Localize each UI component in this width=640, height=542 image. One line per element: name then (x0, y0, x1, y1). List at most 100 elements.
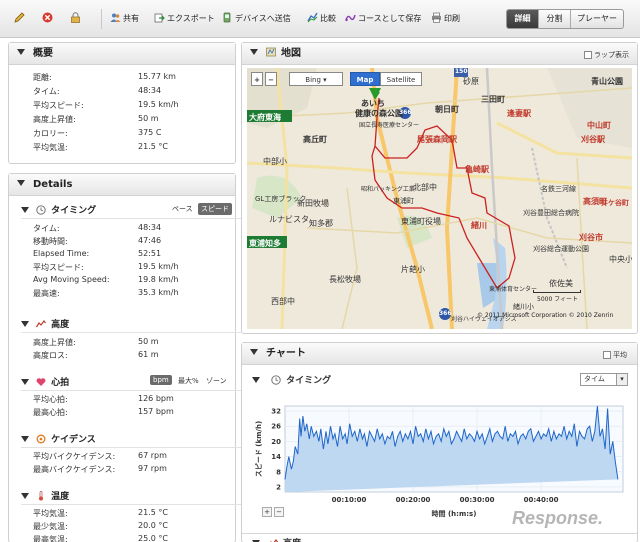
toolbar-separator (101, 9, 102, 29)
map-title: 地図 (281, 48, 301, 59)
map-scale-label: 5000 フィート (537, 296, 579, 303)
collapse-triangle-icon (21, 378, 29, 385)
y-tick-label: 20 (271, 438, 281, 446)
map-label: 緒川 (471, 221, 487, 230)
heart-rate-value: 126 bpm (138, 394, 174, 403)
map-label: 依佐美 (549, 279, 573, 288)
section-divider (21, 447, 241, 448)
map-type-satellite-button[interactable]: Satellite (380, 72, 422, 86)
compare-label: 比較 (320, 14, 336, 23)
map-label: GL工房ブラック (255, 195, 307, 203)
lap-display-toggle[interactable]: ラップ表示 (584, 50, 629, 60)
compare-icon (307, 12, 318, 23)
map-label: 北部中 (413, 183, 437, 192)
view-details-button[interactable]: 詳細 (507, 10, 539, 28)
map-label: 知多郡 (309, 219, 333, 228)
details-header[interactable]: Details (9, 174, 235, 196)
temperature-title: 温度 (51, 492, 70, 502)
map-zoom-in-button[interactable]: + (251, 72, 263, 86)
map-label: 刈谷駅 (581, 135, 605, 144)
map-label: 健康の森公園 (355, 109, 403, 118)
map-label: 刈谷豊田総合病院 (523, 209, 579, 217)
map-zoom-out-button[interactable]: − (265, 72, 277, 86)
road-number-badge: 366 (439, 310, 452, 317)
view-split-button[interactable]: 分割 (539, 10, 571, 28)
timing-value: 19.8 km/h (138, 275, 179, 284)
elevation-title: 高度 (51, 320, 70, 330)
thermometer-icon (39, 490, 44, 500)
collapse-triangle-icon (250, 349, 258, 355)
course-save-icon (345, 14, 356, 22)
map-copyright: © 2011 Microsoft Corporation © 2010 Zenr… (477, 312, 614, 319)
map-icon (266, 47, 276, 57)
map-provider-select[interactable]: Bing ▾ (289, 72, 343, 86)
map-view[interactable]: + − Bing ▾ Map Satellite 大府東海 東浦知多 あいち 健… (247, 68, 632, 329)
chart-timing-header[interactable]: タイミング (252, 373, 331, 386)
edit-button[interactable] (14, 12, 27, 26)
section-divider (21, 390, 241, 391)
timing-section-header[interactable]: タイミング (21, 203, 96, 216)
lap-display-checkbox[interactable] (584, 51, 592, 59)
print-button[interactable]: 印刷 (431, 12, 460, 26)
temperature-section-header[interactable]: 温度 (21, 489, 69, 502)
map-label: 刈谷総合運動公園 (533, 245, 589, 253)
send-to-device-button[interactable]: デバイスへ送信 (222, 12, 291, 26)
cadence-title: ケイデンス (51, 435, 96, 445)
elevation-section-header[interactable]: 高度 (21, 317, 69, 330)
lock-icon (71, 12, 80, 23)
x-tick-label: 00:40:00 (524, 496, 559, 504)
section-divider (242, 533, 637, 534)
map-header[interactable]: 地図 (242, 43, 637, 65)
save-as-course-button[interactable]: コースとして保存 (345, 12, 421, 26)
map-label: 逢妻駅 (507, 109, 531, 118)
people-icon (110, 13, 121, 22)
compare-button[interactable]: 比較 (307, 12, 336, 26)
summary-value: 50 m (138, 114, 159, 123)
elevation-label: 高度上昇値: (33, 338, 76, 347)
chart-timing-title: タイミング (286, 376, 332, 386)
map-label: 長松牧場 (329, 275, 361, 284)
privacy-button[interactable] (70, 12, 83, 26)
chart-header[interactable]: チャート (242, 343, 637, 365)
heart-rate-title: 心拍 (51, 378, 70, 388)
summary-header[interactable]: 概要 (9, 43, 235, 65)
bpm-option[interactable]: bpm (150, 375, 172, 385)
summary-panel: 概要 距離: 15.77 km タイム: 48:34 平均スピード: 19.5 km/… (8, 42, 236, 164)
heart-rate-section-header[interactable]: 心拍 (21, 375, 69, 388)
zone-option[interactable]: ゾーン (206, 376, 227, 386)
map-provider-value: Bing (305, 76, 321, 84)
map-type-map-button[interactable]: Map (350, 72, 380, 86)
details-panel: Details タイミング ペース スピード タイム: 48:34 移動時間: 47… (8, 173, 241, 542)
share-button[interactable]: 共有 (110, 12, 139, 26)
section-divider (21, 332, 241, 333)
collapse-triangle-icon (21, 435, 29, 442)
max-percent-option[interactable]: 最大% (178, 376, 199, 386)
y-axis-label: スピード (km/h) (254, 421, 263, 477)
temperature-value: 21.5 °C (138, 508, 168, 517)
summary-title: 概要 (33, 48, 53, 59)
map-label: 青山公園 (591, 77, 623, 86)
export-button[interactable]: エクスポート (154, 12, 215, 26)
chart-metric-select[interactable]: タイム ▾ (580, 373, 628, 386)
share-label: 共有 (123, 14, 139, 23)
average-label: 平均 (613, 351, 627, 359)
speed-option[interactable]: スピード (198, 203, 232, 215)
pace-option[interactable]: ペース (172, 204, 193, 214)
chart-elevation-header[interactable]: 高度 (252, 536, 301, 542)
export-icon (154, 13, 165, 23)
road-number-badge: 366 (399, 109, 412, 116)
view-player-button[interactable]: プレーヤー (571, 10, 623, 28)
section-divider (21, 504, 241, 505)
heart-rate-label: 平均心拍: (33, 395, 68, 404)
cadence-label: 平均バイクケイデンス: (33, 452, 116, 461)
delete-button[interactable] (42, 12, 55, 26)
average-toggle[interactable]: 平均 (603, 350, 627, 360)
details-title: Details (33, 179, 73, 190)
collapse-triangle-icon (21, 320, 29, 327)
cadence-section-header[interactable]: ケイデンス (21, 432, 96, 445)
clock-icon (271, 374, 281, 385)
cadence-icon (36, 434, 46, 443)
timing-label: Avg Moving Speed: (33, 275, 110, 284)
average-checkbox[interactable] (603, 351, 611, 359)
map-label: 東浦知多 (249, 239, 281, 248)
